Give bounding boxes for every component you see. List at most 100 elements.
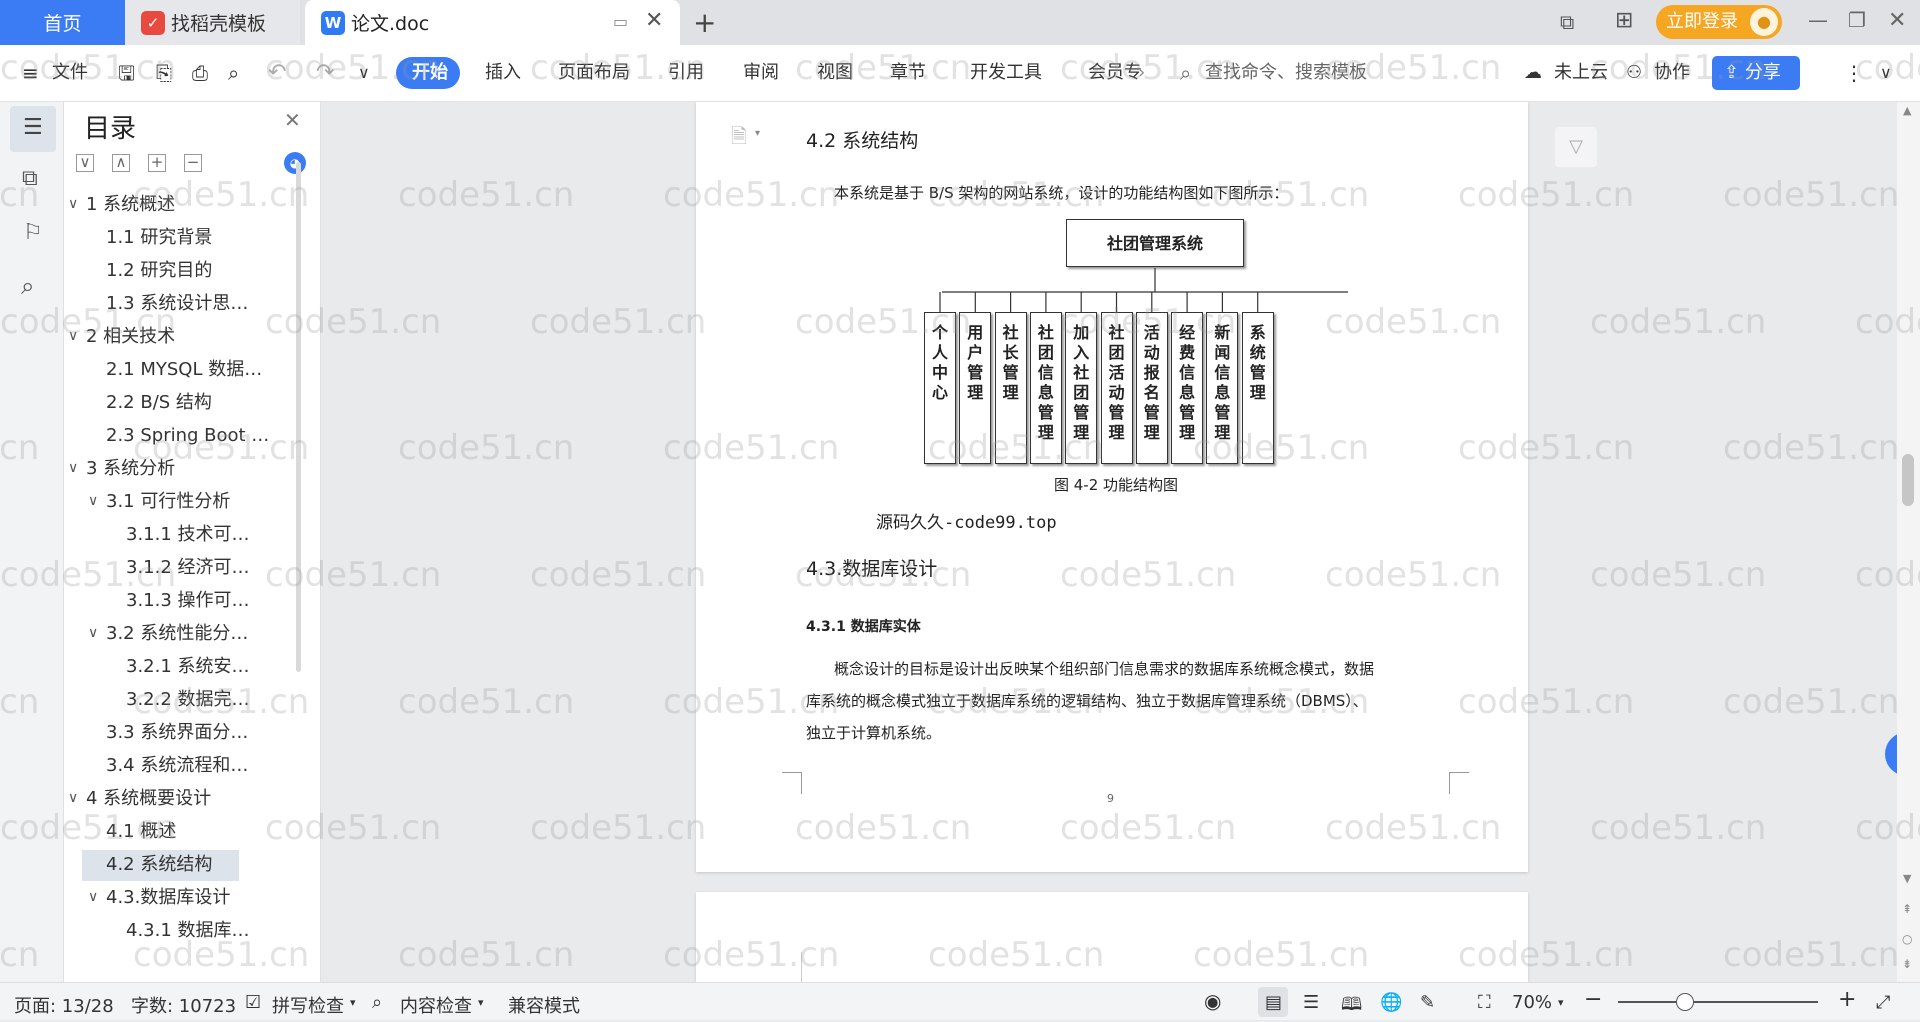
- toc-item[interactable]: 3.1.3 操作可…: [126, 586, 250, 616]
- toc-item[interactable]: 4.3.数据库设计: [106, 883, 230, 913]
- find-icon[interactable]: ⌕: [21, 272, 34, 300]
- toc-item[interactable]: 4 系统概要设计: [86, 784, 211, 814]
- print-icon[interactable]: ⎙: [192, 59, 208, 87]
- collapse-ribbon-icon[interactable]: ∨: [1880, 59, 1892, 87]
- smart-toc-icon[interactable]: ◕: [284, 152, 306, 174]
- cloud-status[interactable]: 未上云: [1554, 59, 1608, 87]
- toc-collapse-chevron-icon[interactable]: ∨: [68, 328, 78, 344]
- print-preview-icon[interactable]: ⌕: [228, 59, 239, 87]
- ribbon-scroll-icon[interactable]: ›: [1138, 59, 1145, 87]
- zoom-dropdown-icon[interactable]: ▾: [1558, 996, 1564, 1009]
- toc-item[interactable]: 3.4 系统流程和…: [106, 751, 248, 781]
- layout-icon[interactable]: ⧉: [1560, 10, 1574, 34]
- save-icon[interactable]: 🖫: [118, 59, 135, 87]
- toc-item[interactable]: 3.2.1 系统安…: [126, 652, 250, 682]
- scroll-down-icon[interactable]: ▼: [1903, 872, 1911, 885]
- menu-icon[interactable]: ≡: [22, 59, 39, 87]
- toc-collapse-chevron-icon[interactable]: ∨: [88, 889, 98, 905]
- toc-item[interactable]: 1.3 系统设计思…: [106, 289, 248, 319]
- apps-grid-icon[interactable]: ⊞: [1615, 8, 1633, 33]
- scroll-up-icon[interactable]: ▲: [1903, 104, 1911, 117]
- zoom-slider-track[interactable]: [1618, 1001, 1818, 1003]
- new-tab-icon[interactable]: +: [693, 6, 716, 39]
- tab-review[interactable]: 审阅: [743, 59, 779, 87]
- toc-item[interactable]: 2.2 B/S 结构: [106, 388, 212, 418]
- toc-item[interactable]: 2 相关技术: [86, 322, 175, 352]
- undo-icon[interactable]: ↶: [268, 59, 286, 87]
- expand-all-icon[interactable]: ∨: [76, 154, 94, 172]
- toc-item[interactable]: 3.2 系统性能分…: [106, 619, 248, 649]
- minimize-icon[interactable]: —: [1808, 8, 1828, 32]
- fit-page-icon[interactable]: ⛶: [1478, 992, 1491, 1013]
- toc-collapse-chevron-icon[interactable]: ∨: [68, 790, 78, 806]
- toc-view-button[interactable]: ☰: [10, 106, 56, 152]
- bookmark-icon[interactable]: ⚐: [23, 220, 43, 245]
- page-indicator[interactable]: 页面: 13/28: [14, 992, 114, 1018]
- toc-collapse-chevron-icon[interactable]: ∨: [88, 493, 98, 509]
- add-heading-icon[interactable]: +: [148, 154, 166, 172]
- more-options-icon[interactable]: ⋮: [1844, 59, 1864, 87]
- tab-home[interactable]: 首页: [0, 0, 125, 45]
- spellcheck-button[interactable]: 拼写检查: [272, 992, 344, 1018]
- login-button[interactable]: 立即登录 ●: [1656, 5, 1782, 39]
- document-scrollbar[interactable]: ▲ ▼ ⇞ ○ ⇟: [1897, 102, 1920, 982]
- toc-item[interactable]: 3.1 可行性分析: [106, 487, 230, 517]
- zoom-slider-thumb[interactable]: [1676, 993, 1694, 1011]
- restore-icon[interactable]: ❐: [1848, 8, 1866, 32]
- toc-item[interactable]: 3.1.2 经济可…: [126, 553, 250, 583]
- collab-button[interactable]: 协作: [1654, 59, 1690, 87]
- outline-view-icon[interactable]: ☰: [1303, 992, 1319, 1013]
- toc-item[interactable]: 2.1 MYSQL 数据…: [106, 355, 262, 385]
- redo-icon[interactable]: ↷: [316, 59, 334, 87]
- toc-item[interactable]: 2.3 Spring Boot …: [106, 421, 269, 451]
- toc-item[interactable]: 3.2.2 数据完…: [126, 685, 250, 715]
- content-check-button[interactable]: 内容检查: [400, 992, 472, 1018]
- remove-heading-icon[interactable]: −: [184, 154, 202, 172]
- toc-scrollbar[interactable]: [296, 162, 301, 672]
- page-select-icon[interactable]: ○: [1902, 932, 1912, 946]
- toc-collapse-chevron-icon[interactable]: ∨: [68, 196, 78, 212]
- toc-item[interactable]: 4.2 系统结构: [106, 850, 212, 880]
- tab-view[interactable]: 视图: [817, 59, 853, 87]
- zoom-out-icon[interactable]: −: [1584, 987, 1602, 1012]
- spellcheck-dropdown-icon[interactable]: ▾: [350, 996, 356, 1009]
- eye-protect-icon[interactable]: ◉: [1204, 989, 1221, 1013]
- toc-item[interactable]: 3.3 系统界面分…: [106, 718, 248, 748]
- toc-collapse-chevron-icon[interactable]: ∨: [68, 460, 78, 476]
- pin-window-icon[interactable]: ▭: [613, 12, 628, 31]
- more-dropdown-icon[interactable]: ∨: [358, 59, 370, 87]
- reading-view-icon[interactable]: 🕮: [1341, 992, 1362, 1022]
- toc-item[interactable]: 4.1 概述: [106, 817, 176, 847]
- command-search-input[interactable]: 查找命令、搜索模板: [1205, 59, 1367, 87]
- toc-item[interactable]: 3 系统分析: [86, 454, 175, 484]
- tab-developer[interactable]: 开发工具: [970, 59, 1042, 87]
- tab-page-layout[interactable]: 页面布局: [558, 59, 630, 87]
- prev-page-icon[interactable]: ⇞: [1902, 902, 1912, 916]
- tab-chapter[interactable]: 章节: [890, 59, 926, 87]
- content-check-dropdown-icon[interactable]: ▾: [478, 996, 484, 1009]
- close-toc-icon[interactable]: ✕: [284, 108, 301, 132]
- toc-item[interactable]: 1.2 研究目的: [106, 256, 212, 286]
- tab-member[interactable]: 会员专: [1088, 59, 1142, 87]
- tab-start[interactable]: 开始: [412, 59, 448, 87]
- close-window-icon[interactable]: ✕: [1888, 8, 1906, 33]
- collapse-all-icon[interactable]: ∧: [112, 154, 130, 172]
- expand-side-panel-button[interactable]: ‹: [1885, 732, 1897, 776]
- filter-float-button[interactable]: ▽: [1555, 127, 1597, 167]
- toc-item[interactable]: 1.1 研究背景: [106, 223, 212, 253]
- write-mode-icon[interactable]: ✎: [1420, 992, 1435, 1013]
- fullscreen-icon[interactable]: ⤢: [1876, 992, 1890, 1013]
- tab-document[interactable]: W 论文.doc ▭ ✕: [305, 0, 680, 45]
- scroll-thumb[interactable]: [1902, 454, 1914, 506]
- toc-item[interactable]: 3.1.1 技术可…: [126, 520, 250, 550]
- export-icon[interactable]: ⎘: [156, 59, 172, 87]
- toc-collapse-chevron-icon[interactable]: ∨: [88, 625, 98, 641]
- word-count[interactable]: 字数: 10723: [131, 992, 236, 1018]
- next-page-icon[interactable]: ⇟: [1902, 957, 1912, 971]
- toc-item[interactable]: 4.3.1 数据库…: [126, 916, 250, 946]
- tab-templates[interactable]: ✓ 找稻壳模板: [125, 0, 300, 45]
- web-view-icon[interactable]: 🌐: [1380, 992, 1402, 1013]
- tab-insert[interactable]: 插入: [485, 59, 521, 87]
- chapter-nav-icon[interactable]: ⧉: [22, 166, 38, 191]
- zoom-in-icon[interactable]: +: [1838, 987, 1856, 1012]
